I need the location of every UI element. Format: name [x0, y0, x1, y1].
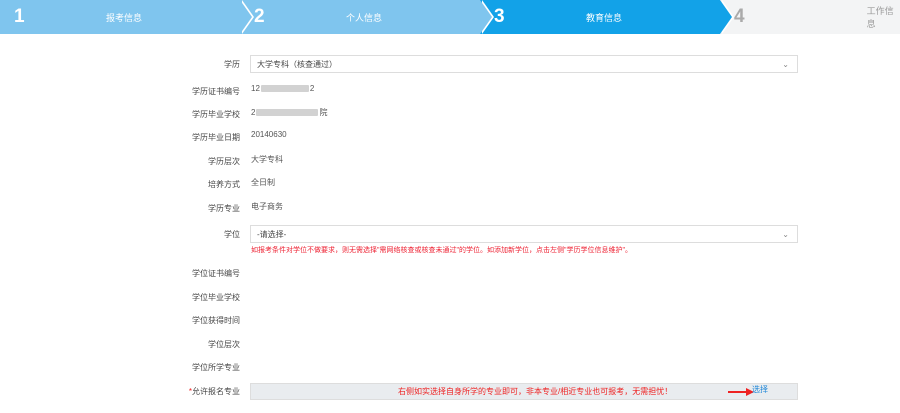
- step-label: 教育信息: [586, 12, 623, 23]
- level-label: 学历层次: [208, 157, 240, 166]
- education-select[interactable]: 大学专科（核查通过） ⌄: [250, 55, 798, 73]
- step-number: 2: [254, 6, 265, 27]
- allowed-major-note: 右侧如实选择自身所学的专业即可，非本专业/相近专业也可报考，无需担忧！: [398, 387, 673, 396]
- allowed-major-label: *允许报名专业: [188, 387, 240, 396]
- degree-major-label: 学位所学专业: [192, 363, 240, 372]
- degree-label: 学位: [224, 230, 240, 239]
- study-mode-label: 培养方式: [208, 180, 240, 189]
- major-value: 电子商务: [251, 202, 283, 211]
- degree-date-label: 学位获得时间: [192, 316, 240, 325]
- grad-date-label: 学历毕业日期: [192, 133, 240, 142]
- step-number: 3: [494, 6, 505, 27]
- degree-placeholder: -请选择-: [257, 230, 287, 239]
- select-major-link[interactable]: 选择: [752, 384, 768, 395]
- cert-no-value: 12 2: [251, 84, 315, 93]
- step-2: 2 个人信息: [240, 0, 494, 34]
- study-mode-value: 全日制: [251, 178, 275, 187]
- step-label: 报考信息: [106, 12, 143, 23]
- degree-warning: 如报考条件对学位不做要求，则无需选择"需网络核查或核查未通过"的学位。如添加新学…: [251, 247, 632, 254]
- arrow-right-icon: [728, 388, 754, 396]
- step-label: 工作信息: [866, 6, 894, 29]
- degree-school-label: 学位毕业学校: [192, 293, 240, 302]
- step-number: 1: [14, 6, 25, 27]
- school-value: 2院: [251, 108, 328, 117]
- grad-date-value: 20140630: [251, 130, 287, 139]
- step-1: 1 报考信息: [0, 0, 254, 34]
- step-progress-bar: 1 报考信息 2 个人信息 3 教育信息 4 工作信息: [0, 0, 900, 34]
- degree-select[interactable]: -请选择- ⌄: [250, 225, 798, 243]
- degree-level-label: 学位层次: [208, 340, 240, 349]
- education-selected-value: 大学专科（核查通过）: [257, 60, 337, 69]
- step-number: 4: [734, 6, 745, 27]
- step-4: 4 工作信息: [720, 0, 900, 34]
- education-label: 学历: [224, 60, 240, 69]
- chevron-down-icon: ⌄: [782, 230, 789, 239]
- cert-no-label: 学历证书编号: [192, 87, 240, 96]
- step-label: 个人信息: [346, 12, 383, 23]
- degree-cert-no-label: 学位证书编号: [192, 269, 240, 278]
- school-label: 学历毕业学校: [192, 110, 240, 119]
- step-3-active: 3 教育信息: [480, 0, 734, 34]
- chevron-down-icon: ⌄: [782, 60, 789, 69]
- major-label: 学历专业: [208, 204, 240, 213]
- level-value: 大学专科: [251, 155, 283, 164]
